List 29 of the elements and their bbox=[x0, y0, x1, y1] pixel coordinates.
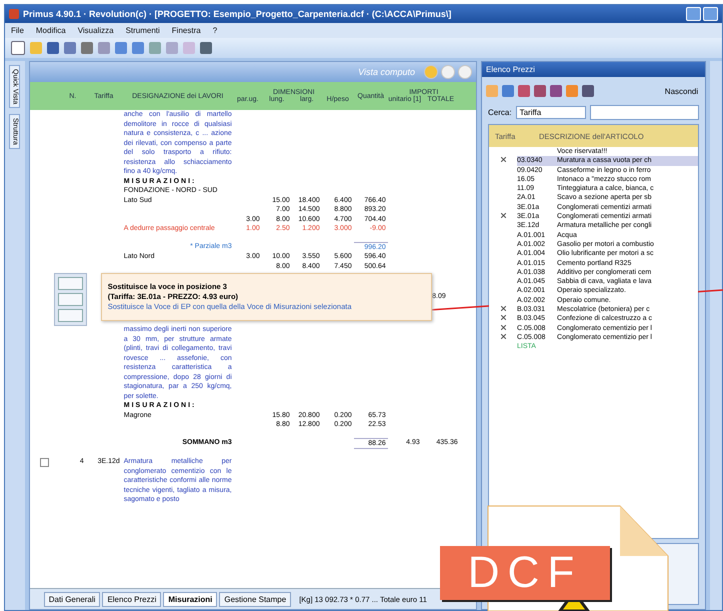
file-type-label: DCF bbox=[440, 546, 610, 600]
menu-item[interactable]: Modifica bbox=[36, 26, 66, 35]
window-title: Primus 4.90.1 · Revolution(c) · [PROGETTO: Esempio_Progetto_Carpenteria.dcf · (C:\ACCA\Primus\] bbox=[23, 9, 452, 19]
menu-item[interactable]: Strumenti bbox=[126, 26, 160, 35]
menu-item[interactable]: File bbox=[11, 26, 24, 35]
view-title: Vista computo bbox=[358, 67, 416, 77]
menu-item[interactable]: ? bbox=[212, 26, 218, 35]
row-checkbox[interactable] bbox=[40, 458, 50, 467]
app-icon bbox=[9, 9, 19, 19]
floating-toolbar[interactable] bbox=[54, 273, 87, 326]
minimize-button[interactable] bbox=[441, 65, 456, 79]
cross-mark-icon bbox=[500, 334, 506, 339]
sheet-tab[interactable]: Elenco Prezzi bbox=[102, 592, 162, 606]
search-field[interactable] bbox=[590, 105, 700, 120]
maximize-button[interactable] bbox=[703, 7, 718, 21]
search-combo[interactable]: Tariffa bbox=[516, 106, 586, 119]
menu-item[interactable]: Finestra bbox=[172, 26, 201, 35]
sheet-tab[interactable]: Misurazioni bbox=[163, 592, 218, 606]
cross-mark-icon bbox=[500, 157, 506, 162]
panel-title: Elenco Prezzi bbox=[486, 65, 535, 74]
sheet-tab[interactable]: Gestione Stampe bbox=[219, 592, 292, 606]
cross-mark-icon bbox=[500, 213, 506, 218]
sheet-tab[interactable]: Dati Generali bbox=[44, 592, 100, 606]
search-label: Cerca: bbox=[488, 108, 512, 117]
play-button[interactable] bbox=[424, 65, 438, 79]
menu-item[interactable]: Visualizza bbox=[78, 26, 114, 35]
hide-button[interactable]: Nascondi bbox=[662, 86, 702, 96]
close-button[interactable] bbox=[458, 65, 472, 79]
cross-mark-icon bbox=[500, 324, 506, 330]
